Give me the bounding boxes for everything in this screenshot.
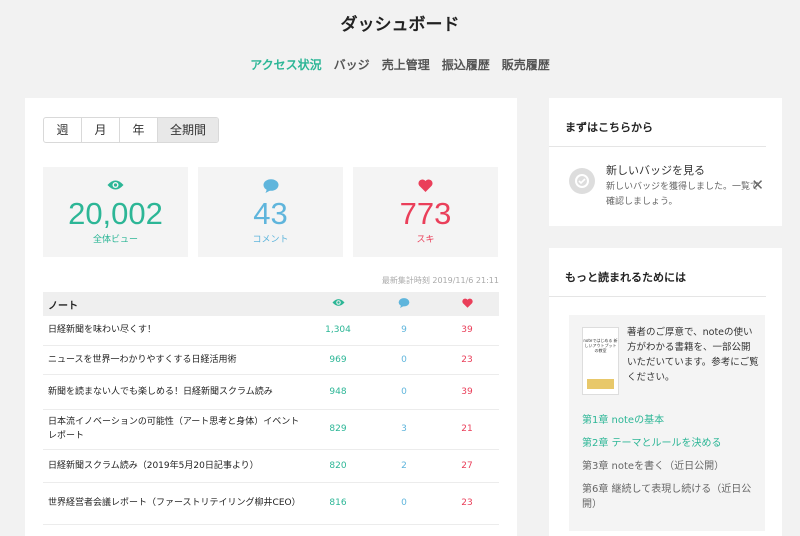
view-count: 816 <box>329 498 347 508</box>
book-guide: noteではじめる 新しいアウトプットの教室 著者のご厚意で、noteの使い方が… <box>569 315 765 531</box>
table-row[interactable]: 日本流イノベーションの可能性（アート思考と身体）イベントレポート 829 3 2… <box>43 409 499 449</box>
page-title: ダッシュボード <box>340 15 460 35</box>
dashboard-nav: アクセス状況 バッジ 売上管理 振込履歴 販売履歴 <box>0 56 800 73</box>
book-cover[interactable]: noteではじめる 新しいアウトプットの教室 <box>582 327 619 395</box>
comment-count: 0 <box>401 386 407 397</box>
views-card: 20,002 全体ビュー <box>43 167 188 257</box>
start-here-heading: まずはこちらから <box>549 98 766 147</box>
chapter-3-label: 第3章 noteを書く（近日公開） <box>582 461 725 472</box>
tab-sales[interactable]: 売上管理 <box>382 56 430 73</box>
table-row[interactable]: 日経新聞スクラム読み（2019年5月20日記事より） 820 2 27 <box>43 449 499 482</box>
note-title[interactable]: 新聞を読まない人でも楽しめる！日経新聞スクラム読み <box>43 374 303 409</box>
chapter-6-label: 第6章 継続して表現し続ける（近日公開） <box>582 484 752 510</box>
like-count: 23 <box>461 354 473 365</box>
heart-icon <box>435 292 499 316</box>
read-more-heading: もっと読まれるためには <box>549 248 766 297</box>
chapter-1-link[interactable]: 第1章 noteの基本 <box>582 413 757 428</box>
start-here-panel: まずはこちらから 新しいバッジを見る 新しいバッジを獲得しました。一覧で確認しま… <box>549 98 782 226</box>
note-title[interactable]: 日経新聞スクラム読み（2019年5月20日記事より） <box>43 449 303 482</box>
tab-badges[interactable]: バッジ <box>334 56 370 73</box>
comment-count: 0 <box>401 354 407 365</box>
like-count: 39 <box>461 386 473 397</box>
note-title[interactable]: ニュースを世界一わかりやすくする日経活用術 <box>43 345 303 374</box>
period-week[interactable]: 週 <box>44 118 82 142</box>
badge-notice[interactable]: 新しいバッジを見る 新しいバッジを獲得しました。一覧で確認しましょう。 <box>569 160 765 210</box>
notes-table: ノート 日経新聞を味わい尽くす！ 1,304 9 39 ニュースを世界一わかりや… <box>43 292 499 525</box>
badge-notice-title[interactable]: 新しいバッジを見る <box>606 162 765 178</box>
access-panel: 週 月 年 全期間 20,002 全体ビュー 43 コメント 773 スキ 最新… <box>25 98 517 536</box>
period-selector: 週 月 年 全期間 <box>43 117 219 143</box>
note-title[interactable]: 日本流イノベーションの可能性（アート思考と身体）イベントレポート <box>43 409 303 449</box>
eye-icon <box>303 292 373 316</box>
table-header-row: ノート <box>43 292 499 316</box>
comments-label: コメント <box>252 235 289 245</box>
view-count: 969 <box>329 354 347 365</box>
like-count: 21 <box>461 424 473 434</box>
period-month[interactable]: 月 <box>82 118 120 142</box>
book-title: noteではじめる 新しいアウトプットの教室 <box>583 338 618 353</box>
tab-purchase-history[interactable]: 販売履歴 <box>502 56 550 73</box>
period-all[interactable]: 全期間 <box>158 118 218 142</box>
note-title[interactable]: 世界経営者会議レポート（ファーストリテイリング柳井CEO） <box>43 482 303 524</box>
badge-notice-body: 新しいバッジを獲得しました。一覧で確認しましょう。 <box>606 182 760 207</box>
likes-label: スキ <box>416 235 435 245</box>
comments-card: 43 コメント <box>198 167 343 257</box>
speech-bubble-icon <box>373 292 435 316</box>
comment-count: 3 <box>401 424 407 434</box>
read-more-panel: もっと読まれるためには noteではじめる 新しいアウトプットの教室 著者のご厚… <box>549 248 782 536</box>
speech-bubble-icon <box>198 179 343 195</box>
comment-count: 2 <box>401 460 407 471</box>
views-value: 20,002 <box>68 196 163 231</box>
eye-icon <box>43 179 188 195</box>
comment-count: 0 <box>401 498 407 508</box>
table-row[interactable]: 新聞を読まない人でも楽しめる！日経新聞スクラム読み 948 0 39 <box>43 374 499 409</box>
badge-icon <box>569 168 595 194</box>
like-count: 39 <box>461 325 473 336</box>
comment-count: 9 <box>401 325 407 336</box>
heart-icon <box>353 179 498 195</box>
book-intro: 著者のご厚意で、noteの使い方がわかる書籍を、一部公開いただいています。参考に… <box>627 327 759 383</box>
period-year[interactable]: 年 <box>120 118 158 142</box>
last-updated: 最新集計時刻 2019/11/6 21:11 <box>381 276 499 285</box>
comments-value: 43 <box>253 196 288 231</box>
tab-transfers[interactable]: 振込履歴 <box>442 56 490 73</box>
table-row[interactable]: 世界経営者会議レポート（ファーストリテイリング柳井CEO） 816 0 23 <box>43 482 499 524</box>
chapter-2-link[interactable]: 第2章 テーマとルールを決める <box>582 436 757 451</box>
view-count: 820 <box>329 460 347 471</box>
close-icon[interactable]: ✕ <box>751 176 764 194</box>
table-row[interactable]: ニュースを世界一わかりやすくする日経活用術 969 0 23 <box>43 345 499 374</box>
likes-value: 773 <box>399 196 452 231</box>
column-note: ノート <box>48 300 78 312</box>
views-label: 全体ビュー <box>92 235 138 245</box>
table-row[interactable]: 日経新聞を味わい尽くす！ 1,304 9 39 <box>43 316 499 345</box>
view-count: 948 <box>329 386 347 397</box>
like-count: 23 <box>461 498 473 508</box>
likes-card: 773 スキ <box>353 167 498 257</box>
tab-access[interactable]: アクセス状況 <box>250 56 321 73</box>
view-count: 829 <box>329 424 347 434</box>
like-count: 27 <box>461 460 473 471</box>
note-title[interactable]: 日経新聞を味わい尽くす！ <box>43 316 303 345</box>
view-count: 1,304 <box>325 325 351 336</box>
